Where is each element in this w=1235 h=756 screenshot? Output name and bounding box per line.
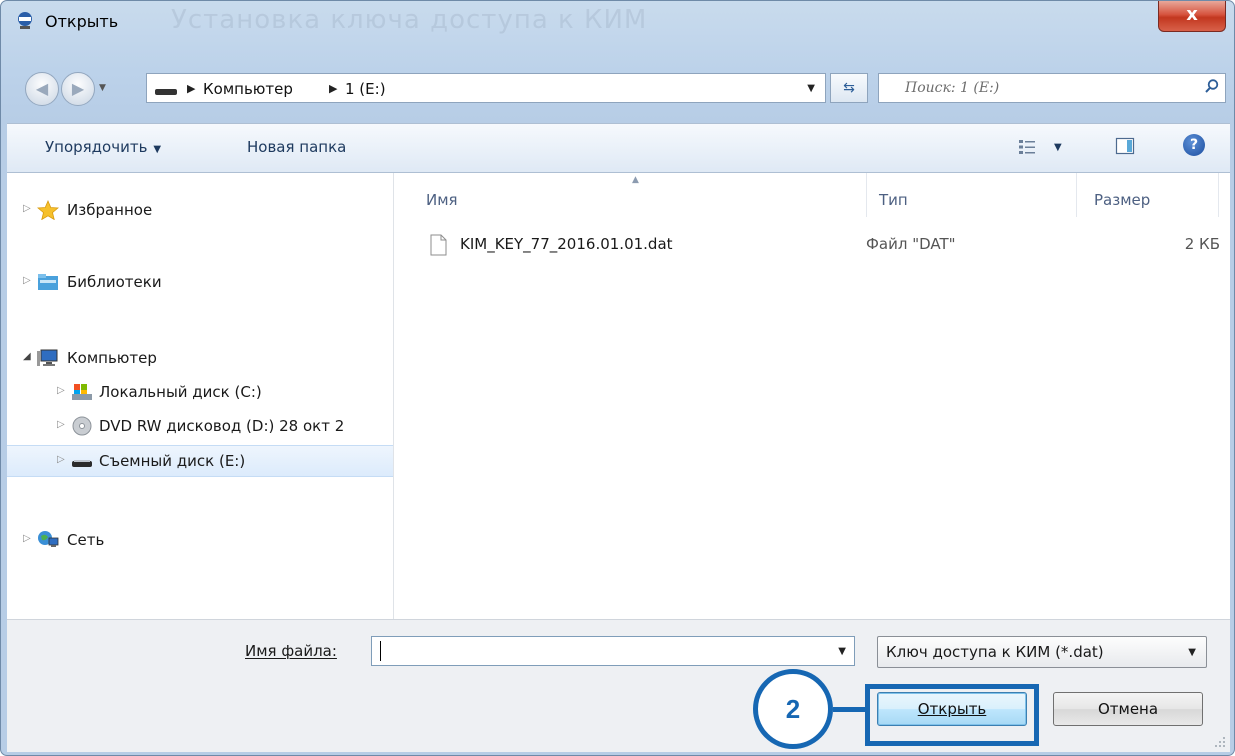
- file-type-filter-select[interactable]: Ключ доступа к КИМ (*.dat) ▼: [877, 636, 1207, 668]
- organize-dropdown-icon: ▼: [153, 144, 162, 155]
- forward-arrow-icon: ▶: [71, 79, 85, 98]
- file-row[interactable]: KIM_KEY_77_2016.01.01.dat Файл "DAT" 2 К…: [420, 231, 1220, 261]
- resize-grip-icon[interactable]: [1214, 736, 1226, 748]
- column-header-name[interactable]: Имя: [426, 191, 458, 209]
- expand-arrow-icon[interactable]: ▷: [57, 419, 65, 430]
- filter-dropdown-icon: ▼: [1188, 647, 1196, 658]
- collapse-arrow-icon[interactable]: ◢: [23, 351, 31, 362]
- navigation-pane: ▷ Избранное ▷ Библиотеки ◢ Компьютер ▷ Л…: [7, 173, 394, 619]
- window-title: Открыть: [45, 12, 119, 31]
- search-icon[interactable]: [1205, 79, 1219, 93]
- step-connector: [833, 707, 867, 712]
- open-button[interactable]: Открыть: [877, 692, 1027, 726]
- file-name: KIM_KEY_77_2016.01.01.dat: [460, 235, 673, 253]
- file-type: Файл "DAT": [866, 235, 956, 253]
- tree-item-label: Съемный диск (E:): [99, 452, 246, 470]
- command-bar: Упорядочить ▼ Новая папка ▼ ?: [7, 123, 1230, 173]
- file-list: ▲ Имя Тип Размер KIM_KEY_77_2016.01.01.d…: [394, 173, 1230, 619]
- column-separator[interactable]: [1076, 173, 1077, 217]
- column-separator[interactable]: [866, 173, 867, 217]
- file-document-icon: [430, 234, 447, 256]
- tree-item-favorites[interactable]: ▷ Избранное: [7, 195, 393, 227]
- breadcrumb-arrow-icon[interactable]: ▶: [187, 82, 195, 95]
- expand-arrow-icon[interactable]: ▷: [23, 275, 31, 286]
- text-caret: [380, 641, 381, 661]
- library-folder-icon: [38, 274, 58, 290]
- open-file-dialog: Открыть Установка ключа доступа к КИМ x …: [0, 0, 1235, 756]
- view-options-icon[interactable]: [1017, 137, 1037, 157]
- close-button[interactable]: x: [1158, 1, 1226, 32]
- tree-item-label: DVD RW дисковод (D:) 28 окт 2: [99, 417, 345, 435]
- forward-button[interactable]: ▶: [61, 72, 95, 106]
- tree-item-label: Избранное: [67, 201, 153, 219]
- tree-item-computer[interactable]: ◢ Компьютер: [7, 343, 393, 375]
- breadcrumb-computer[interactable]: Компьютер: [203, 80, 293, 98]
- filename-dropdown-icon[interactable]: ▼: [838, 646, 846, 657]
- search-box[interactable]: Поиск: 1 (E:): [878, 73, 1226, 103]
- tree-item-network[interactable]: ▷ Сеть: [7, 525, 393, 557]
- title-bar[interactable]: Открыть Установка ключа доступа к КИМ x: [1, 1, 1234, 67]
- tree-item-local-disk[interactable]: ▷ Локальный диск (C:): [7, 377, 393, 409]
- file-type-filter-value: Ключ доступа к КИМ (*.dat): [886, 643, 1104, 661]
- tree-item-label: Локальный диск (C:): [99, 383, 262, 401]
- tree-item-label: Компьютер: [67, 349, 157, 367]
- address-dropdown-icon[interactable]: ▼: [807, 83, 815, 94]
- tree-item-removable-disk[interactable]: ▷ Съемный диск (E:): [7, 445, 393, 477]
- view-dropdown-icon[interactable]: ▼: [1054, 142, 1062, 153]
- filename-input[interactable]: ▼: [371, 636, 855, 666]
- cancel-button[interactable]: Отмена: [1053, 692, 1203, 726]
- sort-ascending-icon: ▲: [632, 175, 639, 185]
- tree-item-label: Сеть: [67, 531, 105, 549]
- expand-arrow-icon[interactable]: ▷: [23, 533, 31, 544]
- preview-pane-icon[interactable]: [1115, 136, 1135, 156]
- expand-arrow-icon[interactable]: ▷: [23, 203, 31, 214]
- file-size: 2 КБ: [1184, 235, 1220, 253]
- search-input[interactable]: Поиск: 1 (E:): [905, 80, 999, 96]
- computer-icon: [37, 349, 58, 366]
- removable-drive-icon: [72, 460, 92, 467]
- breadcrumb-arrow-icon[interactable]: ▶: [329, 82, 337, 95]
- star-icon: [37, 200, 59, 220]
- tree-item-dvd-drive[interactable]: ▷ DVD RW дисковод (D:) 28 окт 2: [7, 411, 393, 443]
- dialog-footer: Имя файла: ▼ Ключ доступа к КИМ (*.dat) …: [7, 619, 1230, 752]
- new-folder-button[interactable]: Новая папка: [247, 138, 346, 156]
- recent-locations-dropdown-icon[interactable]: ▼: [99, 83, 106, 93]
- background-ghost-text: Установка ключа доступа к КИМ: [171, 5, 648, 35]
- network-icon: [38, 531, 59, 547]
- expand-arrow-icon[interactable]: ▷: [57, 385, 65, 396]
- column-header-size[interactable]: Размер: [1094, 191, 1150, 209]
- back-button[interactable]: ◀: [25, 72, 59, 106]
- local-disk-icon: [72, 384, 92, 400]
- filename-label: Имя файла:: [245, 642, 337, 660]
- column-separator[interactable]: [1218, 173, 1219, 217]
- tree-item-label: Библиотеки: [67, 273, 162, 291]
- removable-drive-icon: [155, 89, 177, 95]
- app-icon: [18, 12, 32, 29]
- dvd-disc-icon: [72, 416, 92, 436]
- refresh-icon: ⇆: [843, 80, 855, 96]
- back-arrow-icon: ◀: [35, 79, 49, 98]
- expand-arrow-icon[interactable]: ▷: [57, 454, 65, 465]
- column-header-type[interactable]: Тип: [879, 191, 908, 209]
- step-number-badge: 2: [753, 669, 833, 749]
- help-icon[interactable]: ?: [1183, 134, 1205, 156]
- refresh-button[interactable]: ⇆: [830, 73, 868, 103]
- open-button-label: Открыть: [917, 700, 987, 718]
- organize-button[interactable]: Упорядочить ▼: [45, 138, 161, 156]
- address-bar[interactable]: ▶ Компьютер ▶ 1 (E:) ▼: [146, 73, 826, 103]
- breadcrumb-drive[interactable]: 1 (E:): [345, 80, 386, 98]
- organize-label: Упорядочить: [45, 138, 148, 156]
- tree-item-libraries[interactable]: ▷ Библиотеки: [7, 267, 393, 299]
- close-icon: x: [1186, 4, 1198, 25]
